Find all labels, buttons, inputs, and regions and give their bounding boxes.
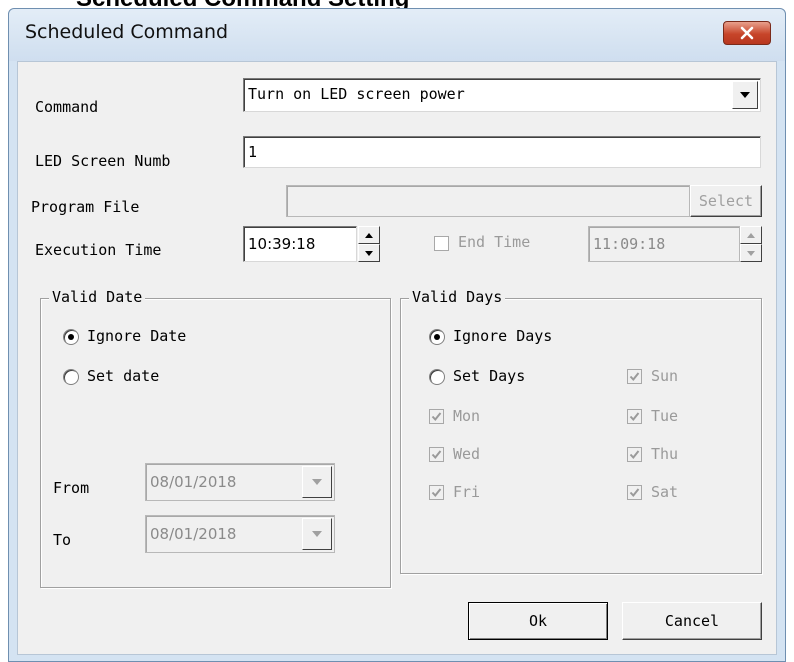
select-file-button: Select: [690, 185, 762, 217]
valid-days-title: Valid Days: [409, 288, 506, 306]
thu-label: Thu: [651, 445, 679, 463]
sat-label: Sat: [651, 483, 679, 501]
end-spin-up-button: [740, 226, 762, 244]
from-date-dropdown: [302, 466, 332, 498]
chevron-down-icon: [312, 479, 322, 485]
checkmark-icon: [431, 488, 442, 498]
ok-button[interactable]: Ok: [468, 602, 608, 640]
sun-checkbox: [627, 369, 642, 384]
checkmark-icon: [629, 488, 640, 498]
led-screen-input[interactable]: 1: [243, 136, 761, 168]
thu-checkbox: [627, 447, 642, 462]
checkmark-icon: [431, 450, 442, 460]
close-x-icon: [740, 26, 754, 40]
title-bar[interactable]: Scheduled Command: [9, 9, 785, 61]
execution-time-label: Execution Time: [35, 241, 162, 259]
arrow-down-icon: [365, 250, 373, 256]
from-label: From: [53, 479, 90, 497]
set-days-label: Set Days: [453, 367, 526, 385]
ignore-date-label: Ignore Date: [87, 327, 187, 345]
command-selected-value: Turn on LED screen power: [248, 85, 465, 103]
execution-time-spinner[interactable]: [358, 226, 380, 262]
arrow-up-icon: [365, 232, 373, 238]
window-title: Scheduled Command: [25, 21, 229, 43]
command-dropdown-button[interactable]: [732, 81, 758, 109]
valid-date-title: Valid Date: [49, 288, 146, 306]
sun-label: Sun: [651, 367, 679, 385]
end-time-input: 11:09:18: [588, 226, 740, 262]
to-date-dropdown: [302, 518, 332, 550]
program-file-input: [286, 185, 690, 217]
set-date-radio[interactable]: [63, 369, 79, 385]
dialog-client-area: Command Turn on LED screen power LED Scr…: [17, 61, 777, 655]
checkmark-icon: [629, 412, 640, 422]
end-spin-down-button: [740, 244, 762, 262]
checkmark-icon: [629, 450, 640, 460]
execution-time-value: 10:39:18: [248, 235, 316, 253]
checkmark-icon: [629, 372, 640, 382]
execution-time-input[interactable]: 10:39:18: [243, 226, 357, 262]
ignore-days-label: Ignore Days: [453, 327, 553, 345]
end-time-label: End Time: [458, 233, 531, 251]
fri-checkbox: [429, 485, 444, 500]
set-days-radio[interactable]: [429, 369, 445, 385]
sat-checkbox: [627, 485, 642, 500]
valid-days-group: Valid Days Ignore Days Set Days Sun Mon …: [400, 288, 762, 574]
mon-label: Mon: [453, 407, 481, 425]
led-screen-label: LED Screen Numb: [35, 152, 171, 170]
to-label: To: [53, 531, 72, 549]
to-date-picker: 08/01/2018: [145, 515, 335, 553]
program-file-label: Program File: [31, 198, 140, 216]
wed-label: Wed: [453, 445, 481, 463]
command-select[interactable]: Turn on LED screen power: [243, 78, 761, 112]
scheduled-command-dialog: Scheduled Command Command Turn on LED sc…: [8, 8, 786, 662]
wed-checkbox: [429, 447, 444, 462]
valid-date-group: Valid Date Ignore Date Set date From 08/…: [40, 288, 391, 588]
mon-checkbox: [429, 409, 444, 424]
close-button[interactable]: [723, 21, 771, 45]
spin-down-button[interactable]: [358, 244, 380, 262]
ignore-days-radio[interactable]: [429, 329, 445, 345]
tue-checkbox: [627, 409, 642, 424]
tue-label: Tue: [651, 407, 679, 425]
command-label: Command: [35, 98, 99, 116]
ignore-date-radio[interactable]: [63, 329, 79, 345]
led-screen-value: 1: [248, 143, 258, 161]
arrow-up-icon: [747, 232, 755, 238]
spin-up-button[interactable]: [358, 226, 380, 244]
end-time-value: 11:09:18: [593, 235, 666, 253]
from-date-value: 08/01/2018: [150, 473, 237, 491]
checkmark-icon: [431, 412, 442, 422]
set-date-label: Set date: [87, 367, 160, 385]
fri-label: Fri: [453, 483, 481, 501]
from-date-picker: 08/01/2018: [145, 463, 335, 501]
cancel-button[interactable]: Cancel: [622, 602, 762, 640]
chevron-down-icon: [740, 92, 750, 98]
end-time-checkbox[interactable]: [434, 236, 449, 251]
end-time-spinner: [740, 226, 762, 262]
arrow-down-icon: [747, 250, 755, 256]
chevron-down-icon: [312, 531, 322, 537]
to-date-value: 08/01/2018: [150, 525, 237, 543]
